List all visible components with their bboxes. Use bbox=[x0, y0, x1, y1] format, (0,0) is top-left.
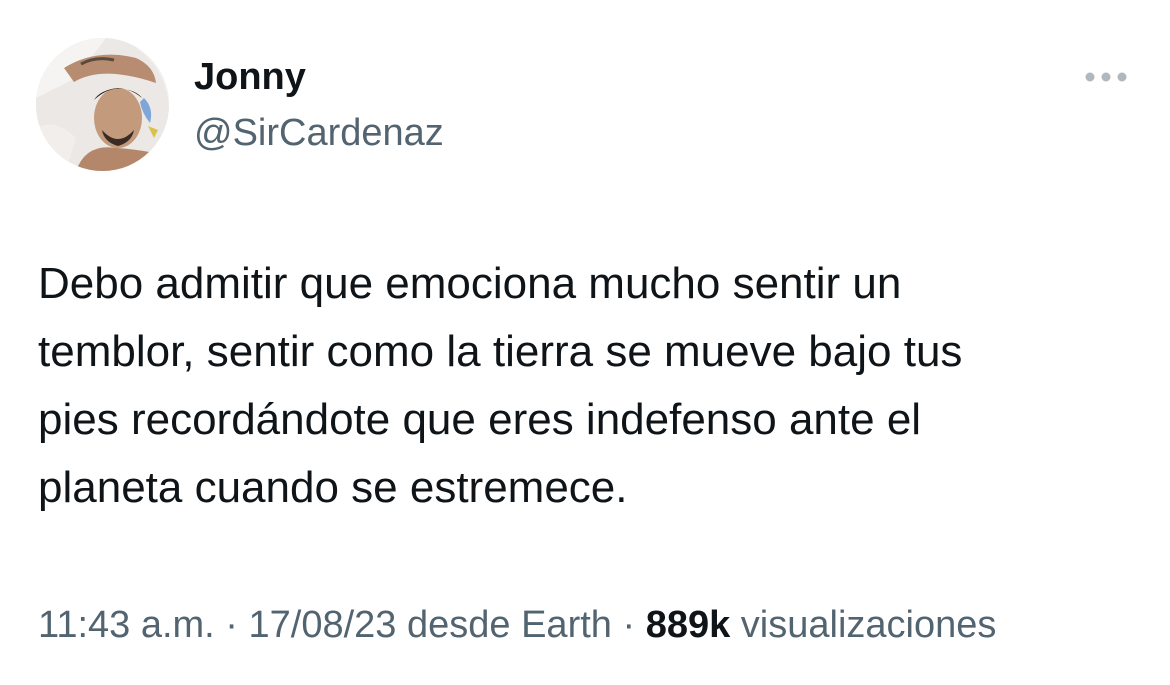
avatar[interactable] bbox=[36, 38, 169, 171]
ellipsis-horizontal-icon bbox=[1085, 72, 1127, 82]
more-options-button[interactable] bbox=[1082, 62, 1132, 92]
author-handle[interactable]: @SirCardenaz bbox=[194, 110, 444, 156]
meta-separator: · bbox=[611, 604, 646, 646]
tweet-meta: 11:43 a.m. · 17/08/23 desde Earth · 889k… bbox=[38, 600, 996, 650]
tweet-time[interactable]: 11:43 a.m. bbox=[38, 604, 215, 646]
views-count[interactable]: 889k bbox=[646, 604, 731, 646]
tweet-date[interactable]: 17/08/23 bbox=[249, 604, 397, 646]
meta-separator: · bbox=[214, 604, 249, 646]
tweet-source: desde Earth bbox=[396, 604, 612, 646]
views-label[interactable]: visualizaciones bbox=[730, 604, 997, 646]
tweet-card: Jonny @SirCardenaz Debo admitir que emoc… bbox=[0, 0, 1170, 685]
tweet-text: Debo admitir que emociona mucho sentir u… bbox=[38, 259, 963, 512]
author-name[interactable]: Jonny bbox=[194, 54, 306, 100]
profile-photo-icon bbox=[36, 38, 169, 171]
